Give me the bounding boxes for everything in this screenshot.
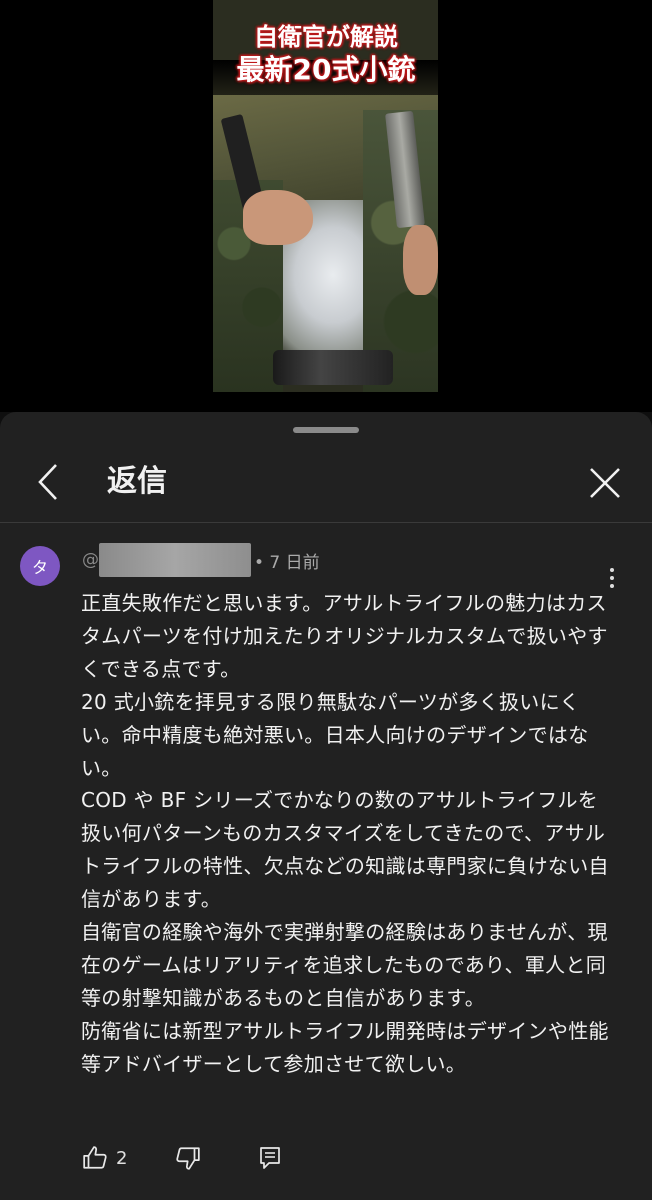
author-name-redacted[interactable] <box>99 543 251 577</box>
video-player[interactable]: 自衛官が解説 最新20式小銃 <box>0 0 652 412</box>
like-count: 2 <box>116 1147 128 1169</box>
thumbs-down-icon <box>176 1147 200 1170</box>
video-title-line2: 最新20式小銃 <box>236 53 416 86</box>
sheet-header: 返信 <box>0 442 652 522</box>
comment-body: 正直失敗作だと思います。アサルトライフルの魅力はカスタムパーツを付け加えたりオリ… <box>81 587 613 1081</box>
back-button[interactable] <box>28 462 68 502</box>
page-title: 返信 <box>107 464 167 499</box>
more-dot-icon <box>610 576 614 580</box>
reply-button[interactable] <box>258 1133 284 1183</box>
video-title-line1: 自衛官が解説 <box>254 23 398 51</box>
drag-handle[interactable] <box>293 427 359 433</box>
comment-timestamp: • 7 日前 <box>254 552 320 573</box>
comment-paragraph: COD や BF シリーズでかなりの数のアサルトライフルを扱い何パターンものカス… <box>81 788 609 912</box>
replies-sheet: 返信 タ @ • 7 日前 正直失敗作だと思います。アサルトライフルの魅力はカス… <box>0 412 652 1200</box>
comment-paragraph: 防衛省には新型アサルトライフル開発時はデザインや性能等アドバイザーとして参加させ… <box>81 1018 609 1076</box>
close-button[interactable] <box>584 462 626 504</box>
author-handle-prefix[interactable]: @ <box>82 550 99 570</box>
comment-meta: @ • 7 日前 <box>82 543 320 577</box>
more-dot-icon <box>610 568 614 572</box>
dislike-button[interactable] <box>175 1133 201 1183</box>
comment-paragraph: 自衛官の経験や海外で実弾射撃の経験はありませんが、現在のゲームはリアリティを追求… <box>81 920 608 1010</box>
thumbs-up-icon <box>83 1146 107 1169</box>
header-divider <box>0 522 652 523</box>
like-button[interactable]: 2 <box>82 1133 127 1183</box>
hand-right <box>403 225 438 295</box>
reply-icon <box>260 1147 280 1169</box>
comment-paragraph: 正直失敗作だと思います。アサルトライフルの魅力はカスタムパーツを付け加えたりオリ… <box>81 591 608 681</box>
comment-actions: 2 <box>0 1133 652 1183</box>
close-icon <box>590 468 620 498</box>
rifle-gear <box>273 350 393 385</box>
chevron-left-icon <box>38 464 57 500</box>
hand-left <box>243 190 313 245</box>
video-title-overlay: 自衛官が解説 最新20式小銃 <box>0 22 652 87</box>
comment-paragraph: 20 式小銃を拝見する限り無駄なパーツが多く扱いにくい。命中精度も絶対悪い。日本… <box>81 689 589 780</box>
avatar[interactable]: タ <box>20 546 60 586</box>
